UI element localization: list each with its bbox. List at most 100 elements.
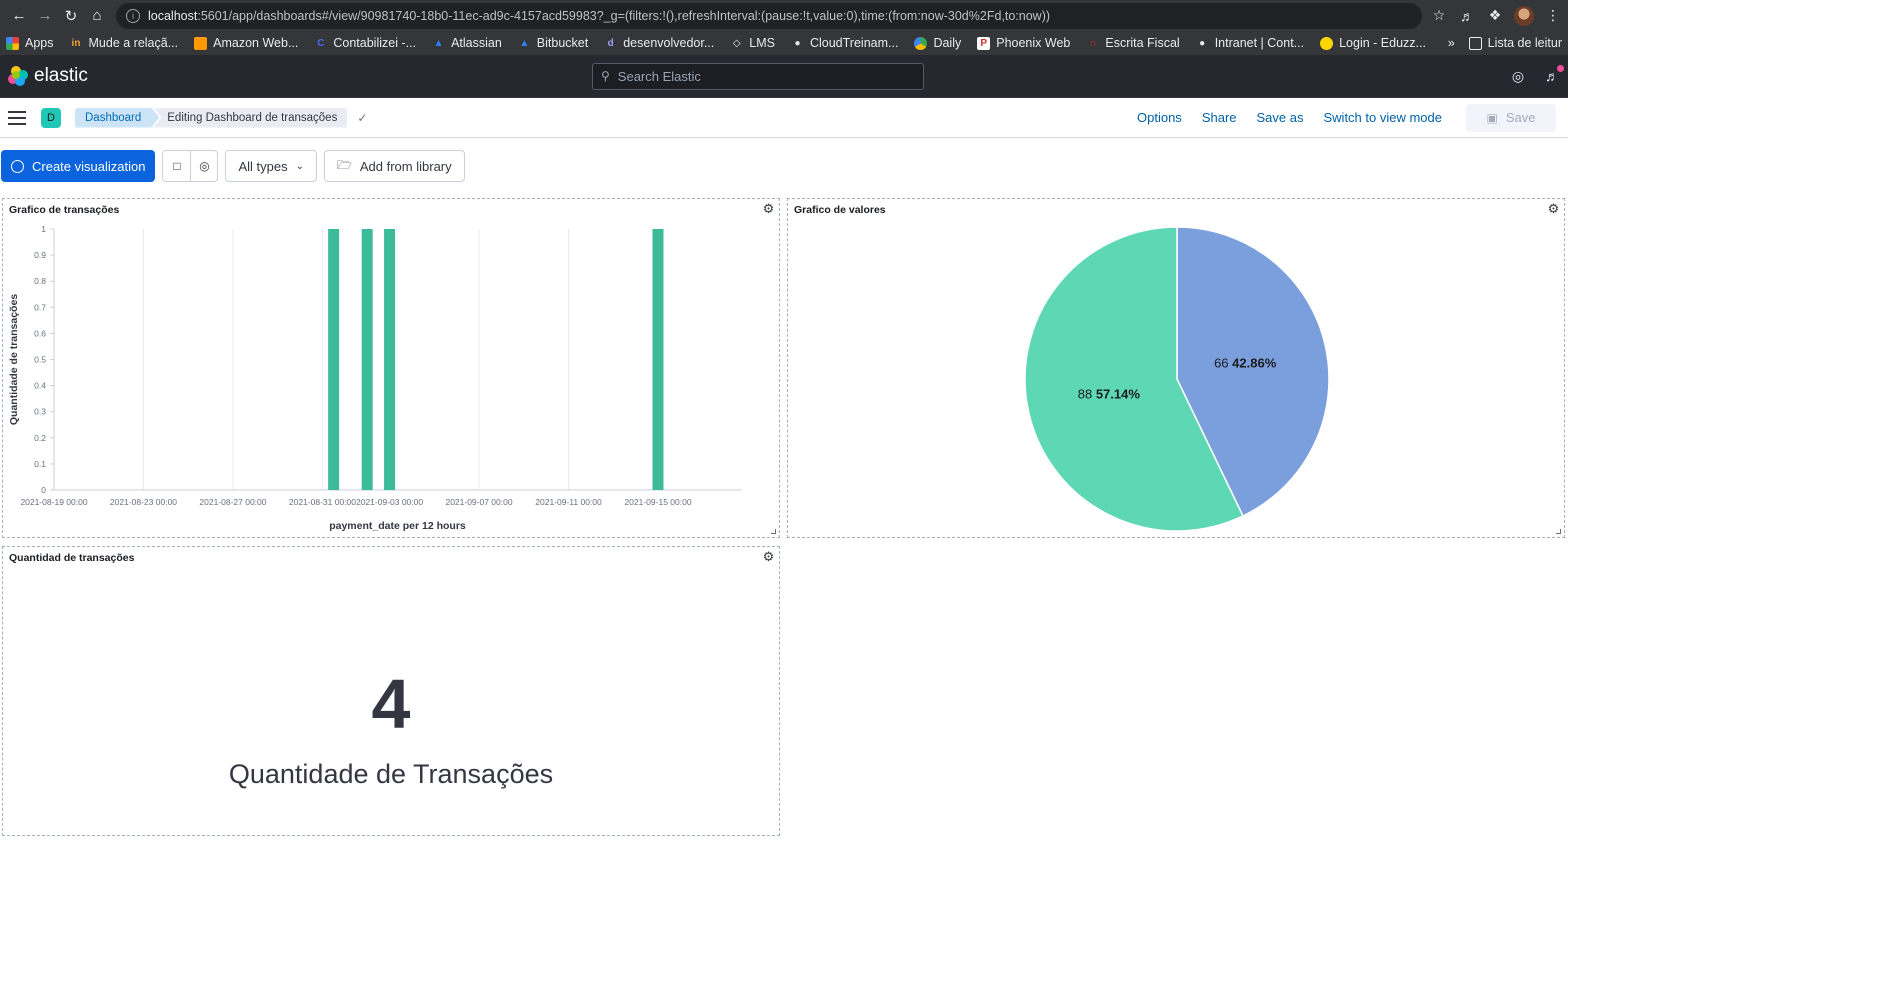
media-icon[interactable]: ♬ bbox=[1458, 7, 1476, 25]
x-tick-label: 2021-09-03 00:00 bbox=[356, 497, 423, 507]
pie-chart: 66 42.86% 88 57.14% bbox=[1024, 226, 1330, 532]
x-axis-label: payment_date per 12 hours bbox=[329, 520, 466, 532]
escrita-icon: ∩ bbox=[1089, 37, 1097, 49]
url-host: localhost bbox=[148, 8, 198, 23]
newsfeed-icon[interactable]: ♬ bbox=[1544, 65, 1564, 84]
profile-avatar[interactable] bbox=[1514, 5, 1534, 26]
extensions-icon[interactable]: ❖ bbox=[1486, 7, 1504, 25]
switch-view-mode-link[interactable]: Switch to view mode bbox=[1324, 110, 1443, 125]
panel-options-gear-icon[interactable]: ⚙ bbox=[761, 549, 776, 564]
bar bbox=[361, 229, 373, 490]
breadcrumb-bar: D Dashboard Editing Dashboard de transaç… bbox=[0, 98, 1568, 138]
help-icon[interactable]: ◎ bbox=[1510, 68, 1526, 84]
create-visualization-button[interactable]: Create visualization bbox=[1, 150, 156, 182]
bookmark-label: Amazon Web... bbox=[213, 36, 299, 50]
globe-icon: ● bbox=[794, 37, 801, 49]
dev-icon: d bbox=[607, 37, 614, 49]
x-tick-label: 2021-09-15 00:00 bbox=[624, 497, 691, 507]
y-tick-label: 0.9 bbox=[34, 250, 46, 260]
check-icon: ✓ bbox=[357, 110, 368, 125]
x-tick-label: 2021-08-27 00:00 bbox=[199, 497, 266, 507]
create-visualization-label: Create visualization bbox=[32, 158, 146, 174]
url-path: :5601/app/dashboards#/view/90981740-18b0… bbox=[197, 8, 1051, 23]
kibana-header: elastic ⚲ Search Elastic ◎ ♬ bbox=[0, 55, 1568, 98]
text-panel-icon[interactable]: □ bbox=[163, 151, 190, 181]
bookmark-item[interactable]: ▲ Atlassian bbox=[432, 36, 502, 50]
bookmark-item[interactable]: Amazon Web... bbox=[194, 36, 298, 50]
hamburger-menu-icon[interactable] bbox=[8, 110, 26, 125]
share-link[interactable]: Share bbox=[1202, 110, 1237, 125]
resize-handle[interactable] bbox=[771, 529, 776, 534]
save-label: Save bbox=[1505, 110, 1536, 125]
bookmark-item[interactable]: Daily bbox=[914, 36, 961, 50]
bookmark-label: Contabilizei -... bbox=[333, 36, 417, 50]
bookmark-star-icon[interactable]: ☆ bbox=[1430, 7, 1448, 25]
bookmark-apps[interactable]: Apps bbox=[6, 36, 54, 50]
bookmark-item[interactable]: ● CloudTreinam... bbox=[791, 36, 898, 50]
resize-handle[interactable] bbox=[1556, 529, 1561, 534]
pie-slice-label: 88 57.14% bbox=[1078, 387, 1141, 402]
bookmark-item[interactable]: ● Intranet | Cont... bbox=[1196, 36, 1304, 50]
aws-icon bbox=[194, 36, 208, 50]
search-placeholder: Search Elastic bbox=[617, 68, 701, 84]
bookmark-item[interactable]: d desenvolvedor... bbox=[604, 36, 715, 50]
bookmark-item[interactable]: P Phoenix Web bbox=[977, 36, 1070, 50]
browser-toolbar: ← → ↻ ⌂ i localhost:5601/app/dashboards#… bbox=[0, 0, 1568, 31]
add-from-library-button[interactable]: 🗁 Add from library bbox=[323, 150, 465, 182]
bar bbox=[328, 229, 340, 490]
back-icon[interactable]: ← bbox=[6, 4, 32, 28]
bookmark-item[interactable]: ◇ LMS bbox=[730, 36, 775, 50]
bookmark-label: Login - Eduzz... bbox=[1339, 36, 1426, 50]
bookmark-label: LMS bbox=[749, 36, 775, 50]
x-tick-label: 2021-09-11 00:00 bbox=[535, 497, 602, 507]
bitbucket-icon: ▲ bbox=[519, 37, 530, 49]
bookmark-label: Escrita Fiscal bbox=[1105, 36, 1180, 50]
browser-menu-icon[interactable]: ⋮ bbox=[1544, 7, 1562, 25]
bookmark-label: Intranet | Cont... bbox=[1214, 36, 1305, 50]
x-tick-label: 2021-08-31 00:00 bbox=[289, 497, 356, 507]
options-link[interactable]: Options bbox=[1137, 110, 1182, 125]
global-search-input[interactable]: ⚲ Search Elastic bbox=[592, 62, 924, 90]
all-types-dropdown[interactable]: All types ⌄ bbox=[225, 150, 317, 182]
bookmark-label: Atlassian bbox=[451, 36, 502, 50]
bookmark-label: Bitbucket bbox=[536, 36, 589, 50]
space-avatar[interactable]: D bbox=[41, 107, 61, 128]
y-tick-label: 1 bbox=[41, 224, 46, 234]
reload-icon[interactable]: ↻ bbox=[58, 4, 84, 28]
daily-icon bbox=[914, 36, 928, 50]
breadcrumb-dashboard[interactable]: Dashboard bbox=[75, 108, 159, 128]
bookmark-label: desenvolvedor... bbox=[623, 36, 715, 50]
bookmark-item[interactable]: ▲ Bitbucket bbox=[518, 36, 588, 50]
notification-dot bbox=[1557, 65, 1564, 72]
save-button[interactable]: ▣ Save bbox=[1466, 103, 1556, 132]
maps-icon[interactable]: ◎ bbox=[190, 151, 217, 181]
bookmark-item[interactable]: ∩ Escrita Fiscal bbox=[1086, 36, 1179, 50]
metric-value: 4 bbox=[371, 665, 411, 743]
metric-panel: Quantidad de transações ⚙ 4 Quantidade d… bbox=[2, 546, 780, 836]
visualize-icon bbox=[11, 159, 24, 173]
reading-list-icon[interactable] bbox=[1468, 36, 1482, 50]
y-tick-label: 0 bbox=[41, 485, 46, 495]
y-tick-label: 0.7 bbox=[34, 302, 46, 312]
bookmark-item[interactable]: C Contabilizei -... bbox=[314, 36, 416, 50]
site-info-icon[interactable]: i bbox=[126, 8, 140, 23]
reading-list-label[interactable]: Lista de leitur bbox=[1488, 36, 1562, 50]
quick-add-group: □ ◎ bbox=[162, 150, 219, 182]
forward-icon[interactable]: → bbox=[32, 4, 58, 28]
y-tick-label: 0.3 bbox=[34, 407, 46, 417]
home-icon[interactable]: ⌂ bbox=[84, 4, 110, 28]
address-bar[interactable]: i localhost:5601/app/dashboards#/view/90… bbox=[116, 2, 1422, 29]
bar bbox=[652, 229, 664, 490]
all-types-label: All types bbox=[238, 158, 288, 174]
elastic-logo[interactable]: elastic bbox=[8, 65, 308, 87]
bookmark-item[interactable]: Login - Eduzz... bbox=[1320, 36, 1426, 50]
more-bookmarks-icon[interactable]: » bbox=[1448, 36, 1455, 50]
phoenix-icon: P bbox=[977, 36, 991, 50]
lms-icon: ◇ bbox=[732, 37, 741, 49]
breadcrumb-current: Editing Dashboard de transações bbox=[153, 107, 348, 128]
save-as-link[interactable]: Save as bbox=[1257, 110, 1304, 125]
x-tick-label: 2021-08-23 00:00 bbox=[110, 497, 177, 507]
globe-icon: ● bbox=[1199, 37, 1206, 49]
save-icon: ▣ bbox=[1486, 110, 1498, 125]
bookmark-item[interactable]: in Mude a relaçã... bbox=[70, 36, 179, 50]
